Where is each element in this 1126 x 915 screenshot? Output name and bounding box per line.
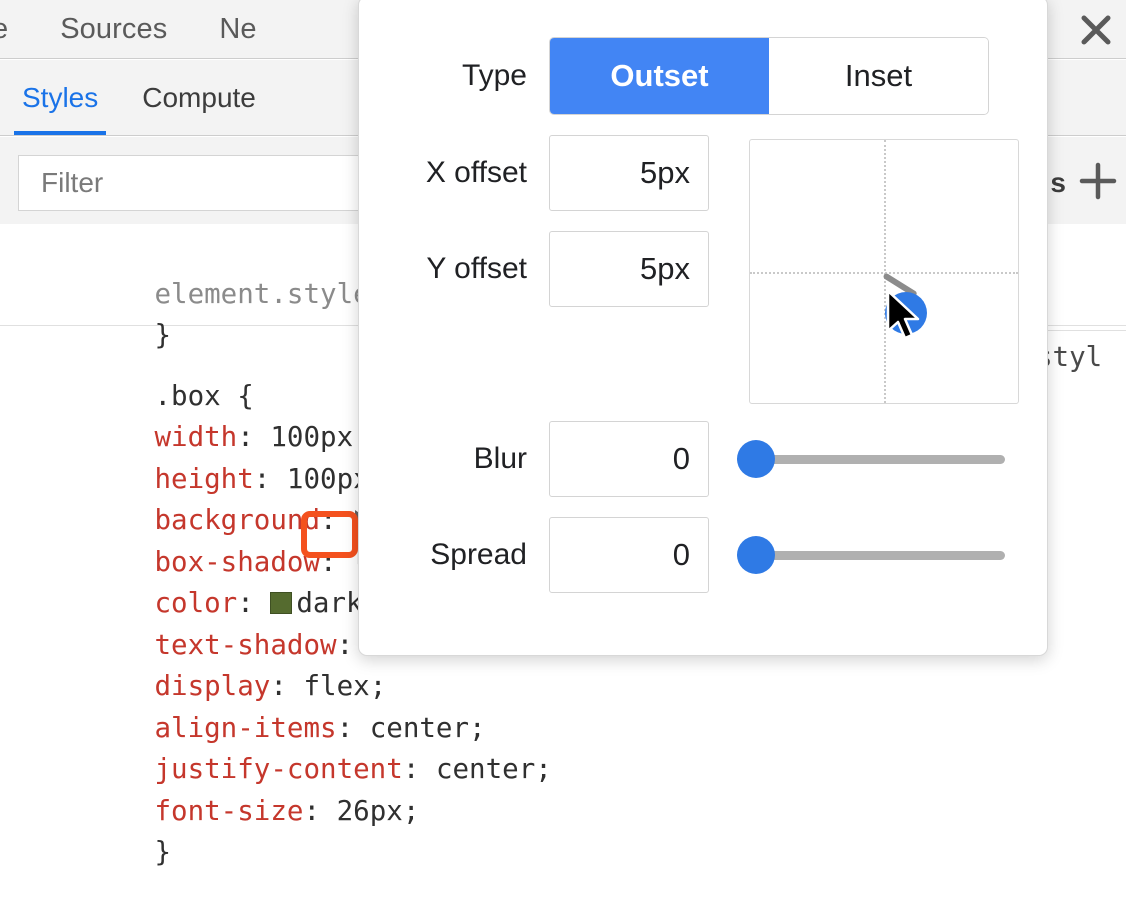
blur-slider[interactable] <box>737 440 1005 478</box>
y-offset-input[interactable]: 5px <box>549 231 709 307</box>
panel-tab-elements[interactable]: e <box>0 0 34 59</box>
spread-input[interactable]: 0 <box>549 517 709 593</box>
filter-placeholder: Filter <box>41 167 104 198</box>
property-name[interactable]: display <box>154 670 270 702</box>
blur-value: 0 <box>672 441 690 476</box>
property-name[interactable]: color <box>154 587 237 619</box>
close-brace-text: } <box>154 319 172 351</box>
close-brace-text: } <box>154 836 172 868</box>
color-swatch[interactable] <box>270 592 293 614</box>
x-offset-label: X offset <box>425 156 527 189</box>
property-value[interactable]: 26px; <box>337 795 420 827</box>
panel-tab-network[interactable]: Ne <box>193 0 282 59</box>
property-value[interactable]: flex; <box>303 670 386 702</box>
property-name[interactable]: box-shadow <box>154 546 320 578</box>
property-name[interactable]: justify-content <box>154 753 402 785</box>
mouse-cursor <box>885 289 925 350</box>
toolbar-right-label: s <box>1050 167 1066 198</box>
shadow-type-outset-button[interactable]: Outset <box>550 38 769 114</box>
box-shadow-editor-popup: Type Outset Inset X offset 5px Y offset … <box>358 0 1048 656</box>
property-name[interactable]: align-items <box>154 712 336 744</box>
spread-value: 0 <box>672 537 690 572</box>
close-button[interactable] <box>1070 0 1122 59</box>
x-offset-input[interactable]: 5px <box>549 135 709 211</box>
spread-slider-track <box>737 550 1005 560</box>
property-value[interactable]: center; <box>436 753 552 785</box>
blur-label: Blur <box>473 442 527 475</box>
plus-icon <box>1075 158 1121 209</box>
y-offset-label: Y offset <box>426 252 527 285</box>
property-name[interactable]: text-shadow <box>154 629 336 661</box>
stylesheet-origin-link[interactable]: styl <box>1036 330 1126 382</box>
property-name[interactable]: background <box>154 504 320 536</box>
spread-slider[interactable] <box>737 536 1005 574</box>
property-name[interactable]: height <box>154 463 253 495</box>
blur-slider-track <box>737 454 1005 464</box>
property-value[interactable]: 100px; <box>270 421 369 453</box>
selector-text: .box { <box>154 379 254 412</box>
property-value[interactable]: center; <box>370 712 486 744</box>
y-offset-row: Y offset 5px <box>359 231 709 307</box>
blur-row: Blur 0 <box>359 421 1005 497</box>
x-offset-value: 5px <box>640 155 690 190</box>
panel-tab-sources[interactable]: Sources <box>34 0 193 59</box>
shadow-type-row: Type Outset Inset <box>359 37 989 115</box>
close-icon <box>1074 8 1118 52</box>
shadow-type-inset-button[interactable]: Inset <box>769 38 988 114</box>
spread-label: Spread <box>430 538 527 571</box>
tab-styles[interactable]: Styles <box>0 61 120 135</box>
new-style-rule-button[interactable] <box>1068 155 1126 211</box>
spread-slider-thumb[interactable] <box>737 536 775 574</box>
tab-styles-active-underline <box>14 130 107 135</box>
tab-styles-label: Styles <box>22 81 99 113</box>
tab-computed[interactable]: Compute <box>120 61 278 135</box>
offset-picker[interactable] <box>749 139 1019 404</box>
shadow-type-segmented-control: Outset Inset <box>549 37 989 115</box>
property-name[interactable]: font-size <box>154 795 303 827</box>
spread-row: Spread 0 <box>359 517 1005 593</box>
x-offset-row: X offset 5px <box>359 135 709 211</box>
devtools-window: e Sources Ne Styles Compute » Filter s <box>0 0 1126 868</box>
property-name[interactable]: width <box>154 421 237 453</box>
shadow-type-label: Type <box>461 59 527 92</box>
blur-input[interactable]: 0 <box>549 421 709 497</box>
blur-slider-thumb[interactable] <box>737 440 775 478</box>
y-offset-value: 5px <box>640 251 690 286</box>
